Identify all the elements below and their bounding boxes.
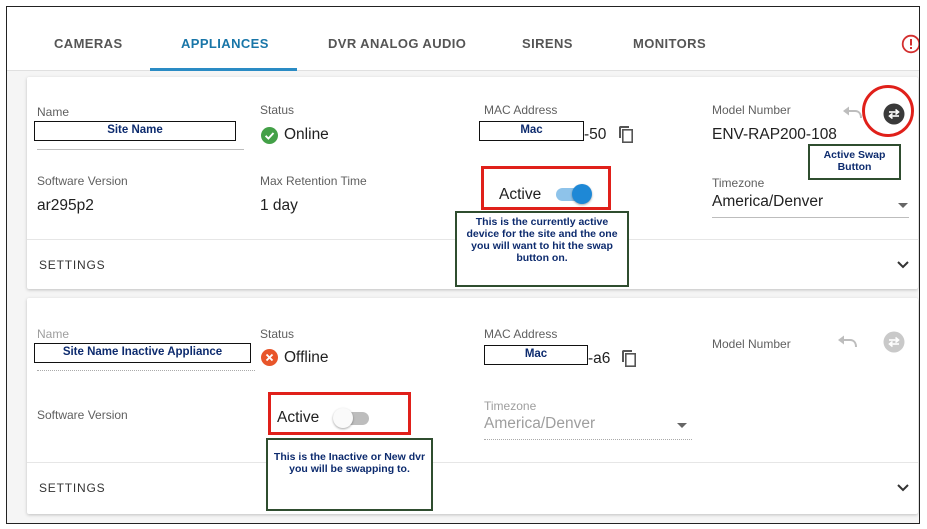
timezone-label: Timezone bbox=[712, 176, 765, 190]
undo-icon[interactable] bbox=[842, 106, 864, 122]
software-value: ar295p2 bbox=[37, 197, 94, 214]
tab-dvr-analog-audio[interactable]: DVR ANALOG AUDIO bbox=[328, 36, 466, 51]
tab-appliances[interactable]: APPLIANCES bbox=[181, 36, 269, 51]
settings-row[interactable]: SETTINGS bbox=[27, 462, 918, 512]
status-label: Status bbox=[260, 327, 295, 341]
appliances-panel: CAMERAS APPLIANCES DVR ANALOG AUDIO SIRE… bbox=[6, 6, 920, 524]
chevron-down-icon[interactable] bbox=[896, 260, 910, 270]
model-value: ENV-RAP200-108 bbox=[712, 126, 837, 143]
timezone-value[interactable]: America/Denver bbox=[484, 415, 595, 433]
retention-label: Max Retention Time bbox=[260, 174, 367, 188]
copy-icon[interactable] bbox=[620, 349, 637, 368]
active-device-note: This is the currently active device for … bbox=[455, 211, 629, 287]
timezone-value[interactable]: America/Denver bbox=[712, 193, 823, 211]
mac-suffix: -a6 bbox=[588, 350, 611, 367]
inactive-device-note: This is the Inactive or New dvr you will… bbox=[266, 438, 433, 511]
name-label: Name bbox=[37, 105, 70, 119]
timezone-underline bbox=[712, 217, 909, 218]
status-value: Offline bbox=[284, 349, 329, 366]
tab-cameras[interactable]: CAMERAS bbox=[54, 36, 123, 51]
mac-label: MAC Address bbox=[484, 327, 558, 341]
status-label: Status bbox=[260, 103, 295, 117]
status-value: Online bbox=[284, 126, 329, 143]
copy-icon[interactable] bbox=[617, 125, 634, 144]
tab-sirens[interactable]: SIRENS bbox=[522, 36, 573, 51]
settings-label: SETTINGS bbox=[39, 481, 106, 495]
name-field[interactable]: Site Name Inactive Appliance bbox=[34, 343, 251, 363]
timezone-dropdown-arrow[interactable] bbox=[898, 203, 908, 208]
name-underline bbox=[37, 149, 244, 150]
retention-value: 1 day bbox=[260, 197, 298, 214]
check-circle-icon bbox=[261, 127, 278, 144]
mac-label: MAC Address bbox=[484, 103, 558, 117]
tab-monitors[interactable]: MONITORS bbox=[633, 36, 706, 51]
name-underline bbox=[37, 370, 255, 371]
timezone-dropdown-arrow[interactable] bbox=[677, 423, 687, 428]
alert-icon[interactable] bbox=[901, 34, 920, 54]
appliance-card-inactive: Name Site Name Inactive Appliance Status… bbox=[27, 298, 918, 514]
settings-label: SETTINGS bbox=[39, 258, 106, 272]
name-label: Name bbox=[37, 327, 70, 341]
software-label: Software Version bbox=[37, 408, 128, 422]
tab-bar: CAMERAS APPLIANCES DVR ANALOG AUDIO SIRE… bbox=[7, 7, 919, 71]
swap-button-note: Active Swap Button bbox=[808, 144, 901, 180]
active-tab-indicator bbox=[150, 68, 297, 71]
model-label: Model Number bbox=[712, 337, 791, 351]
timezone-label: Timezone bbox=[484, 399, 537, 413]
mac-suffix: -50 bbox=[584, 126, 607, 143]
chevron-down-icon[interactable] bbox=[896, 483, 910, 493]
name-field[interactable]: Site Name bbox=[34, 121, 236, 141]
active-toggle-highlight bbox=[481, 166, 611, 210]
mac-redacted: Mac bbox=[479, 121, 584, 141]
swap-button-highlight-ring bbox=[862, 85, 914, 137]
software-label: Software Version bbox=[37, 174, 128, 188]
undo-icon[interactable] bbox=[837, 335, 859, 351]
inactive-toggle-highlight bbox=[268, 392, 411, 435]
mac-redacted: Mac bbox=[484, 345, 588, 365]
timezone-underline bbox=[484, 439, 692, 440]
error-circle-icon bbox=[261, 349, 278, 366]
model-label: Model Number bbox=[712, 103, 791, 117]
swap-button[interactable] bbox=[883, 331, 905, 353]
